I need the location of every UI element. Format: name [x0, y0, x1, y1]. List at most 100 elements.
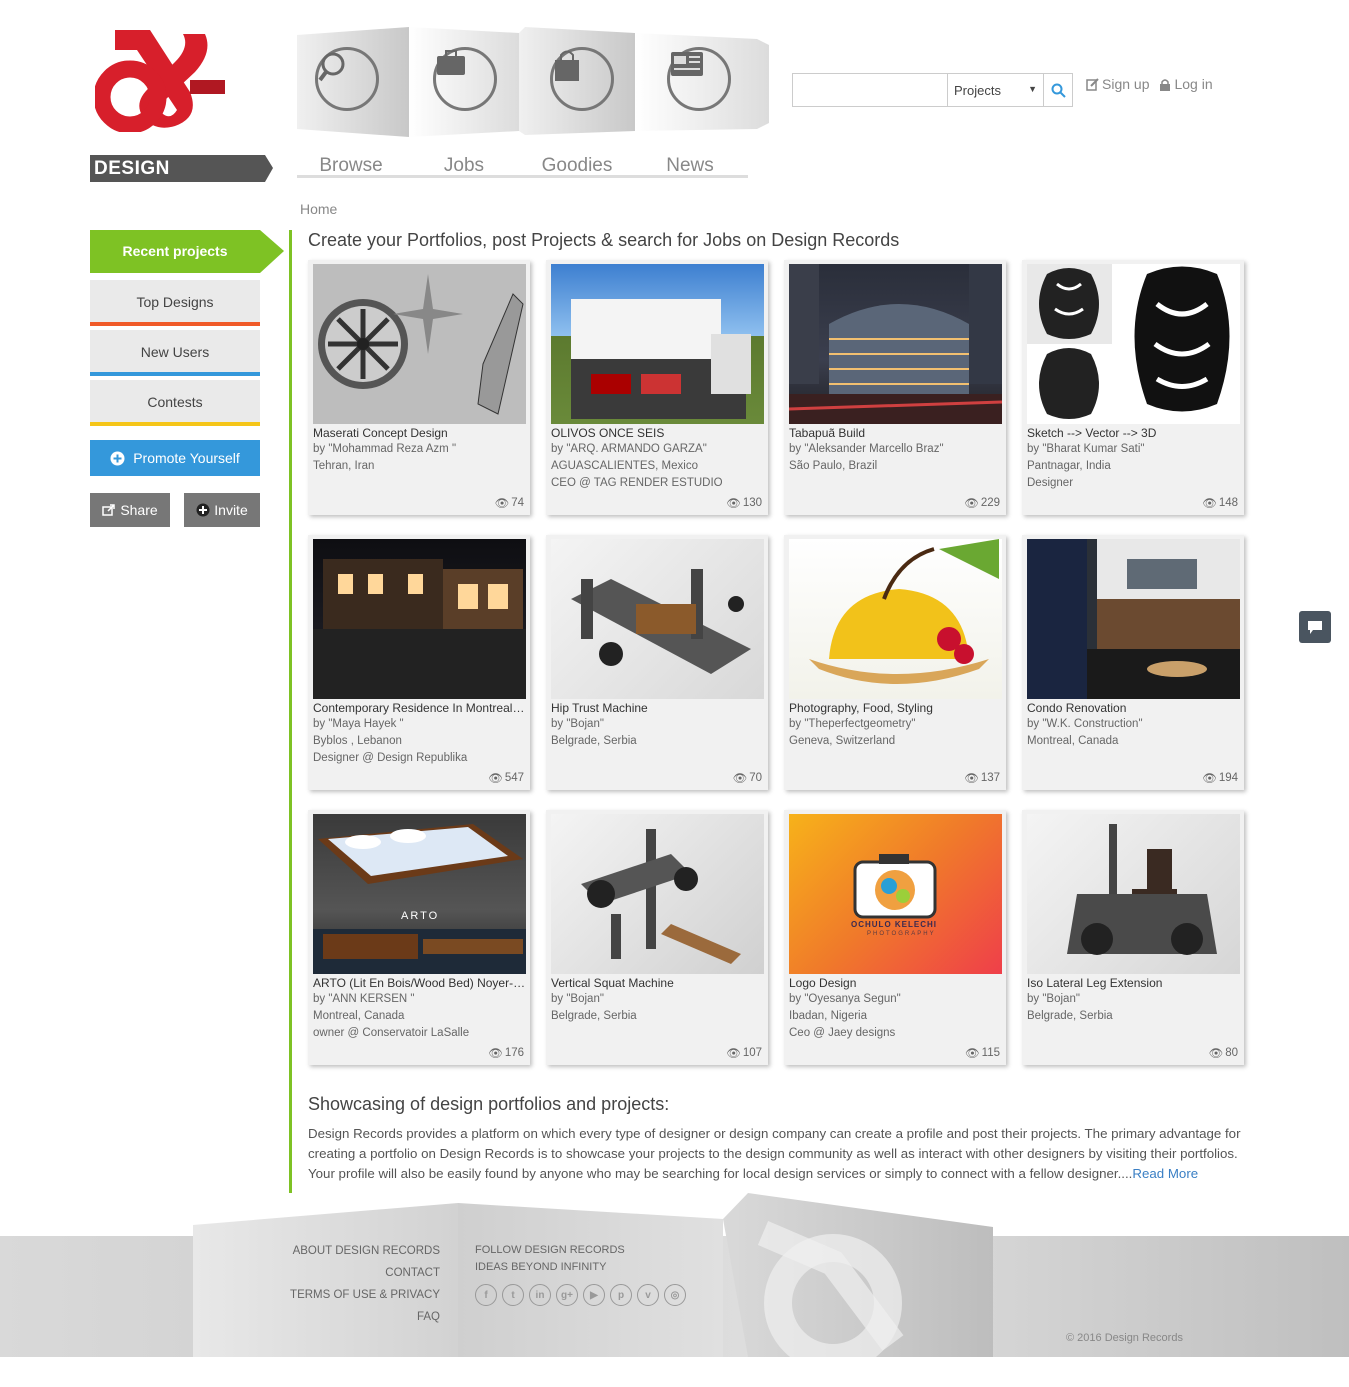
project-author[interactable]: by "Aleksander Marcello Braz"	[789, 443, 1002, 455]
project-author[interactable]: by "Mohammad Reza Azm "	[313, 443, 526, 455]
project-card[interactable]: ARTO ARTO (Lit En Bois/Wood Bed) Noyer-W…	[308, 810, 530, 1065]
project-location: Montreal, Canada	[1027, 735, 1119, 747]
project-thumbnail[interactable]: ARTO	[313, 814, 526, 974]
twitter-icon[interactable]: t	[502, 1284, 524, 1306]
vimeo-icon[interactable]: v	[637, 1284, 659, 1306]
logo-mark-icon	[95, 30, 225, 132]
nav-news[interactable]: News	[640, 155, 740, 177]
tagline: IDEAS BEYOND INFINITY	[475, 1261, 607, 1273]
project-card[interactable]: OLIVOS ONCE SEIS by "ARQ. ARMANDO GARZA"…	[546, 260, 768, 515]
youtube-icon[interactable]: ▶	[583, 1284, 605, 1306]
jobs-briefcase-icon[interactable]	[433, 47, 497, 111]
eye-icon: 👁	[964, 773, 979, 785]
invite-button[interactable]: Invite	[184, 493, 260, 527]
project-thumbnail[interactable]	[313, 264, 526, 424]
project-thumbnail[interactable]	[1027, 539, 1240, 699]
project-title[interactable]: Condo Renovation	[1027, 701, 1240, 715]
project-author[interactable]: by "Bojan"	[551, 718, 764, 730]
project-title[interactable]: Sketch --> Vector --> 3D	[1027, 426, 1240, 440]
search-input[interactable]	[793, 74, 948, 106]
instagram-icon[interactable]: ◎	[664, 1284, 686, 1306]
project-author[interactable]: by "ARQ. ARMANDO GARZA"	[551, 443, 764, 455]
nav-browse[interactable]: Browse	[301, 155, 401, 177]
signup-label: Sign up	[1102, 76, 1150, 92]
sidebar-item-top-designs[interactable]: Top Designs	[90, 280, 260, 326]
project-card[interactable]: Maserati Concept Design by "Mohammad Rez…	[308, 260, 530, 515]
search-button[interactable]	[1044, 74, 1072, 106]
eye-icon: 👁	[964, 498, 979, 510]
footer-link-faq[interactable]: FAQ	[250, 1306, 440, 1328]
read-more-link[interactable]: Read More	[1132, 1166, 1198, 1181]
main-nav-panels	[297, 27, 769, 139]
pinterest-icon[interactable]: p	[610, 1284, 632, 1306]
project-title[interactable]: Maserati Concept Design	[313, 426, 526, 440]
news-newspaper-icon[interactable]	[667, 47, 731, 111]
share-button[interactable]: Share	[90, 493, 170, 527]
search-category-value: Projects	[954, 83, 1001, 98]
site-logo[interactable]: DESIGN RECORDS	[90, 22, 273, 201]
project-card[interactable]: Iso Lateral Leg Extension by "Bojan" Bel…	[1022, 810, 1244, 1065]
follow-heading: FOLLOW DESIGN RECORDS	[475, 1244, 625, 1256]
view-count-value: 148	[1218, 497, 1238, 509]
project-title[interactable]: Hip Trust Machine	[551, 701, 764, 715]
project-thumbnail[interactable]	[313, 539, 526, 699]
project-author[interactable]: by "Bojan"	[551, 993, 764, 1005]
project-author[interactable]: by "ANN KERSEN "	[313, 993, 526, 1005]
project-title[interactable]: Logo Design	[789, 976, 1002, 990]
project-card[interactable]: Contemporary Residence In Montreal's C..…	[308, 535, 530, 790]
project-card[interactable]: Tabapuã Build by "Aleksander Marcello Br…	[784, 260, 1006, 515]
footer-link-contact[interactable]: CONTACT	[250, 1262, 440, 1284]
project-title[interactable]: Tabapuã Build	[789, 426, 1002, 440]
project-title[interactable]: Photography, Food, Styling	[789, 701, 1002, 715]
googleplus-icon[interactable]: g+	[556, 1284, 578, 1306]
project-card[interactable]: Sketch --> Vector --> 3D by "Bharat Kuma…	[1022, 260, 1244, 515]
promote-yourself-button[interactable]: Promote Yourself	[90, 440, 260, 476]
view-count-value: 137	[980, 772, 1000, 784]
project-role: Designer	[1027, 477, 1074, 489]
project-thumbnail[interactable]	[1027, 264, 1240, 424]
view-count: 👁 74	[495, 496, 524, 510]
project-author[interactable]: by "Oyesanya Segun"	[789, 993, 1002, 1005]
project-card[interactable]: Vertical Squat Machine by "Bojan" Belgra…	[546, 810, 768, 1065]
project-title[interactable]: ARTO (Lit En Bois/Wood Bed) Noyer-Wal...	[313, 976, 526, 990]
login-link[interactable]: Log in	[1159, 76, 1213, 92]
browse-search-icon[interactable]	[315, 47, 379, 111]
project-card[interactable]: Hip Trust Machine by "Bojan" Belgrade, S…	[546, 535, 768, 790]
project-author[interactable]: by "Maya Hayek "	[313, 718, 526, 730]
footer-link-about[interactable]: ABOUT DESIGN RECORDS	[250, 1240, 440, 1262]
project-author[interactable]: by "Bharat Kumar Sati"	[1027, 443, 1240, 455]
project-author[interactable]: by "Theperfectgeometry"	[789, 718, 1002, 730]
breadcrumb[interactable]: Home	[300, 201, 337, 217]
project-thumbnail[interactable]	[551, 539, 764, 699]
facebook-icon[interactable]: f	[475, 1284, 497, 1306]
linkedin-icon[interactable]: in	[529, 1284, 551, 1306]
project-card[interactable]: Photography, Food, Styling by "Theperfec…	[784, 535, 1006, 790]
project-thumbnail[interactable]	[789, 264, 1002, 424]
signup-link[interactable]: Sign up	[1086, 76, 1149, 92]
project-thumbnail[interactable]	[1027, 814, 1240, 974]
project-author[interactable]: by "W.K. Construction"	[1027, 718, 1240, 730]
project-thumbnail[interactable]: OCHULO KELECHI PHOTOGRAPHY	[789, 814, 1002, 974]
nav-goodies[interactable]: Goodies	[527, 155, 627, 177]
sidebar-item-contests[interactable]: Contests	[90, 380, 260, 426]
sidebar-item-recent-projects[interactable]: Recent projects	[90, 230, 284, 273]
about-text: Design Records provides a platform on wh…	[308, 1124, 1243, 1184]
search-category-select[interactable]: Projects ▼	[948, 74, 1044, 106]
project-title[interactable]: Vertical Squat Machine	[551, 976, 764, 990]
chat-button[interactable]	[1299, 611, 1331, 643]
project-title[interactable]: Contemporary Residence In Montreal's C..…	[313, 701, 526, 715]
goodies-shopping-bag-icon[interactable]	[550, 47, 614, 111]
nav-jobs[interactable]: Jobs	[414, 155, 514, 177]
project-card[interactable]: OCHULO KELECHI PHOTOGRAPHY Logo Design b…	[784, 810, 1006, 1065]
project-thumbnail[interactable]	[789, 539, 1002, 699]
sidebar-item-new-users[interactable]: New Users	[90, 330, 260, 376]
project-author[interactable]: by "Bojan"	[1027, 993, 1240, 1005]
project-thumbnail[interactable]	[551, 264, 764, 424]
footer-link-terms[interactable]: TERMS OF USE & PRIVACY	[250, 1284, 440, 1306]
thumbnail-label: ARTO	[401, 910, 440, 922]
project-thumbnail[interactable]	[551, 814, 764, 974]
project-title[interactable]: Iso Lateral Leg Extension	[1027, 976, 1240, 990]
project-title[interactable]: OLIVOS ONCE SEIS	[551, 426, 764, 440]
view-count-value: 176	[504, 1047, 524, 1059]
project-card[interactable]: Condo Renovation by "W.K. Construction" …	[1022, 535, 1244, 790]
